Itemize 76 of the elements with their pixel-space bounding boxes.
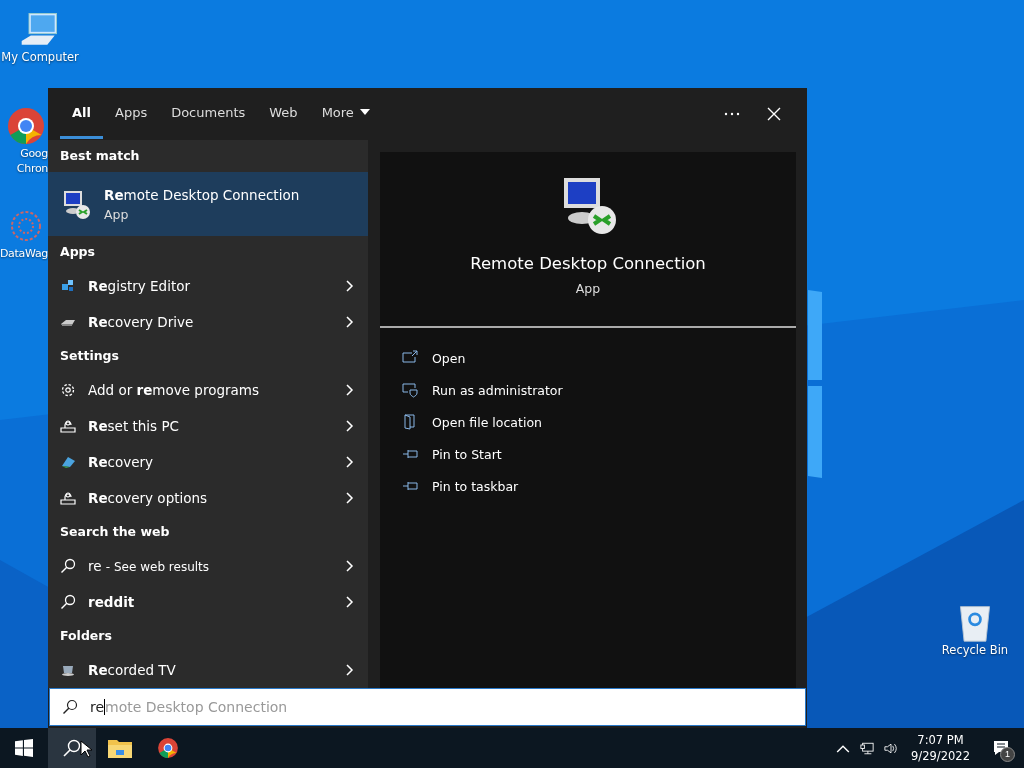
shield-icon bbox=[402, 382, 418, 398]
section-heading: Settings bbox=[59, 347, 120, 365]
result-item[interactable]: reddit bbox=[48, 584, 368, 620]
result-item[interactable]: Recovery bbox=[48, 444, 368, 480]
preview-title: Remote Desktop Connection bbox=[470, 254, 706, 273]
result-title: Remote Desktop Connection bbox=[104, 186, 301, 203]
result-title: Reset this PC bbox=[88, 418, 180, 434]
action-item[interactable]: Run as administrator bbox=[402, 374, 796, 406]
preview-type: App bbox=[575, 281, 601, 296]
pointer-icon bbox=[80, 740, 92, 758]
result-item[interactable]: Registry Editor bbox=[48, 268, 368, 304]
search-icon bbox=[62, 699, 78, 715]
desktop-icon-label[interactable]: My Computer bbox=[1, 50, 79, 65]
open-window-icon bbox=[402, 350, 418, 366]
result-title: reddit bbox=[88, 594, 136, 610]
windows-logo-icon bbox=[15, 739, 33, 757]
chevron-right-icon[interactable] bbox=[346, 492, 354, 504]
taskbar-button[interactable] bbox=[48, 728, 96, 768]
chevron-right-icon[interactable] bbox=[346, 596, 354, 608]
result-title: Recorded TV bbox=[88, 662, 177, 678]
chrome-icon bbox=[156, 737, 180, 759]
reset-icon bbox=[60, 418, 76, 434]
result-item[interactable]: Recorded TV bbox=[48, 652, 368, 688]
chevron-right-icon[interactable] bbox=[346, 560, 354, 572]
action-item[interactable]: Pin to taskbar bbox=[402, 470, 796, 502]
section-heading: Search the web bbox=[59, 523, 171, 541]
filter-tab[interactable]: More bbox=[309, 88, 382, 139]
result-title: Recovery bbox=[88, 454, 155, 470]
result-title: Recovery options bbox=[88, 490, 209, 506]
search-icon bbox=[60, 558, 76, 574]
chevron-right-icon[interactable] bbox=[346, 420, 354, 432]
result-item[interactable]: re - See web results bbox=[48, 548, 368, 584]
folder-icon bbox=[108, 737, 132, 759]
action-item[interactable]: Open bbox=[402, 342, 796, 374]
search-icon bbox=[63, 739, 81, 757]
filter-tab[interactable]: Web bbox=[257, 88, 310, 139]
ellipsis-icon bbox=[724, 112, 740, 116]
action-item[interactable]: Pin to Start bbox=[402, 438, 796, 470]
section-heading: Best match bbox=[59, 147, 141, 165]
cubes-icon bbox=[60, 278, 76, 294]
result-title: Add or remove programs bbox=[88, 382, 260, 398]
desktop-icon-label[interactable]: Goog bbox=[20, 146, 48, 161]
search-field[interactable]: remote Desktop Connection bbox=[49, 688, 806, 726]
result-type: App bbox=[104, 206, 130, 222]
chevron-right-icon[interactable] bbox=[346, 280, 354, 292]
result-item[interactable]: Reset this PC bbox=[48, 408, 368, 444]
result-title: Registry Editor bbox=[88, 278, 191, 294]
close-icon bbox=[767, 107, 781, 121]
filter-tab[interactable]: Apps bbox=[103, 88, 160, 139]
chevron-right-icon[interactable] bbox=[346, 384, 354, 396]
notification-badge: 1 bbox=[1000, 747, 1015, 762]
recovery-icon bbox=[60, 454, 76, 470]
result-item[interactable]: Add or remove programs bbox=[48, 372, 368, 408]
desktop-icon-label[interactable]: Chron bbox=[16, 161, 48, 176]
clock[interactable]: 7:07 PM 9/29/2022 bbox=[903, 733, 978, 763]
result-item[interactable]: Remote Desktop Connection App bbox=[48, 172, 368, 236]
action-item[interactable]: Open file location bbox=[402, 406, 796, 438]
settings-icon bbox=[60, 382, 76, 398]
speaker-icon[interactable] bbox=[884, 741, 899, 755]
chevron-right-icon[interactable] bbox=[346, 316, 354, 328]
result-title: Recovery Drive bbox=[88, 314, 195, 330]
result-item[interactable]: Recovery Drive bbox=[48, 304, 368, 340]
section-heading: Apps bbox=[59, 243, 96, 261]
desktop-icon-label[interactable]: DataWag bbox=[0, 246, 48, 261]
section-heading: Folders bbox=[59, 627, 113, 645]
chevron-right-icon[interactable] bbox=[346, 456, 354, 468]
result-title: re - See web results bbox=[88, 558, 211, 574]
notification-button[interactable]: 1 bbox=[978, 728, 1024, 768]
folder-icon bbox=[402, 414, 418, 430]
filter-tab[interactable]: Documents bbox=[159, 88, 258, 139]
desktop-icon-label[interactable]: Recycle Bin bbox=[941, 643, 1009, 658]
reset-icon bbox=[60, 490, 76, 506]
network-icon[interactable] bbox=[860, 741, 875, 755]
result-item[interactable]: Recovery options bbox=[48, 480, 368, 516]
chevron-right-icon[interactable] bbox=[346, 664, 354, 676]
search-icon bbox=[60, 594, 76, 610]
